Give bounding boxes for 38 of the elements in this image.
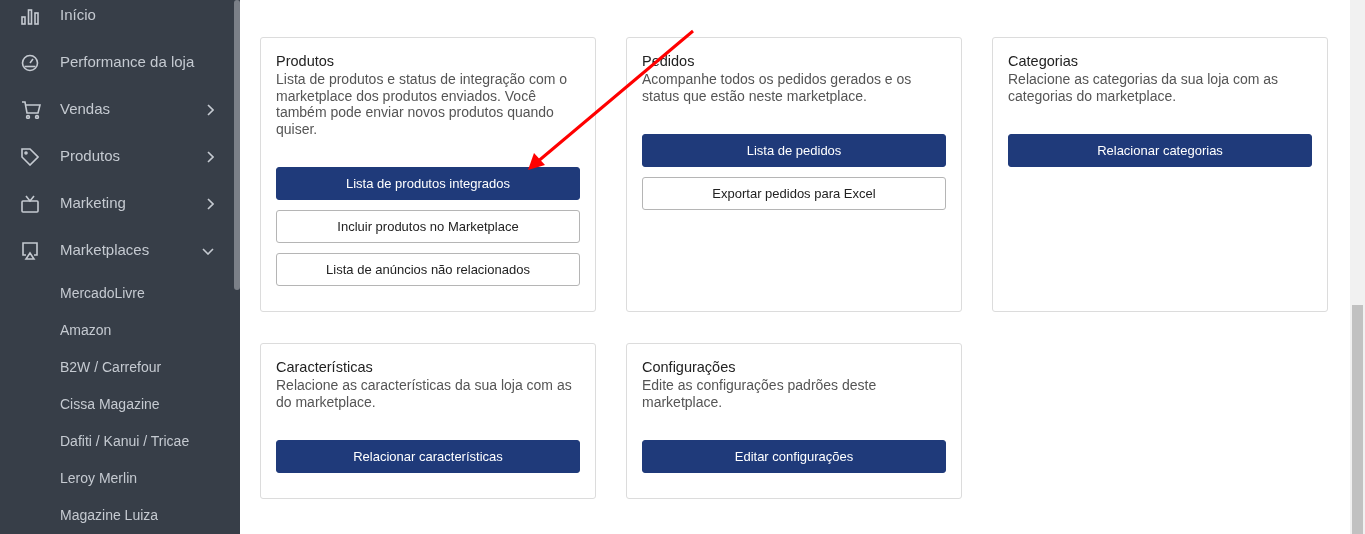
submenu-item[interactable]: Magazine Luiza <box>60 505 159 526</box>
tv-icon <box>21 194 39 213</box>
submenu-item[interactable]: Dafiti / Kanui / Tricae <box>60 431 190 452</box>
gauge-icon <box>21 53 39 72</box>
action-button[interactable]: Exportar pedidos para Excel <box>642 177 946 210</box>
sidebar-item[interactable]: Produtos <box>60 145 206 168</box>
sidebar-item[interactable]: Performance da loja <box>60 51 214 74</box>
cart-icon <box>21 100 41 119</box>
card-description: Edite as configurações padrões deste marketplace. <box>642 377 878 410</box>
action-button[interactable]: Lista de pedidos <box>642 134 946 167</box>
action-button[interactable]: Incluir produtos no Marketplace <box>276 210 580 243</box>
card-title: Características <box>276 358 374 376</box>
screen-icon <box>21 241 39 260</box>
action-button[interactable]: Lista de anúncios não relacionados <box>276 253 580 286</box>
card-description: Relacione as categorias da sua loja com as categorias do marketplace. <box>1008 71 1280 104</box>
card-title: Configurações <box>642 358 737 376</box>
card-description: Lista de produtos e status de integração com o marketplace dos produtos enviados. Você também pode enviar novos produtos quando quiser. <box>276 71 569 137</box>
card-description: Acompanhe todos os pedidos gerados e os status que estão neste marketplace. <box>642 71 913 104</box>
sidebar-item[interactable]: Início <box>60 4 214 27</box>
sidebar-item[interactable]: Vendas <box>60 98 206 121</box>
action-button[interactable]: Relacionar categorias <box>1008 134 1312 167</box>
sidebar-item[interactable]: Marketing <box>60 192 206 215</box>
action-button[interactable]: Relacionar características <box>276 440 580 473</box>
bar-chart-icon <box>21 6 39 25</box>
sidebar-item[interactable]: Marketplaces <box>60 239 202 262</box>
card-title: Categorias <box>1008 52 1080 70</box>
submenu-item[interactable]: B2W / Carrefour <box>60 357 162 378</box>
card-title: Produtos <box>276 52 336 70</box>
action-button[interactable]: Lista de produtos integrados <box>276 167 580 200</box>
card-description: Relacione as características da sua loja com as do marketplace. <box>276 377 573 410</box>
tag-icon <box>21 147 39 166</box>
submenu-item[interactable]: Amazon <box>60 320 112 341</box>
submenu-item[interactable]: Cissa Magazine <box>60 394 160 415</box>
submenu-item[interactable]: MercadoLivre <box>60 283 145 304</box>
scrollbar-thumb[interactable] <box>234 0 240 290</box>
scrollbar-thumb[interactable] <box>1352 305 1363 534</box>
submenu-item[interactable]: Leroy Merlin <box>60 468 138 489</box>
action-button[interactable]: Editar configurações <box>642 440 946 473</box>
